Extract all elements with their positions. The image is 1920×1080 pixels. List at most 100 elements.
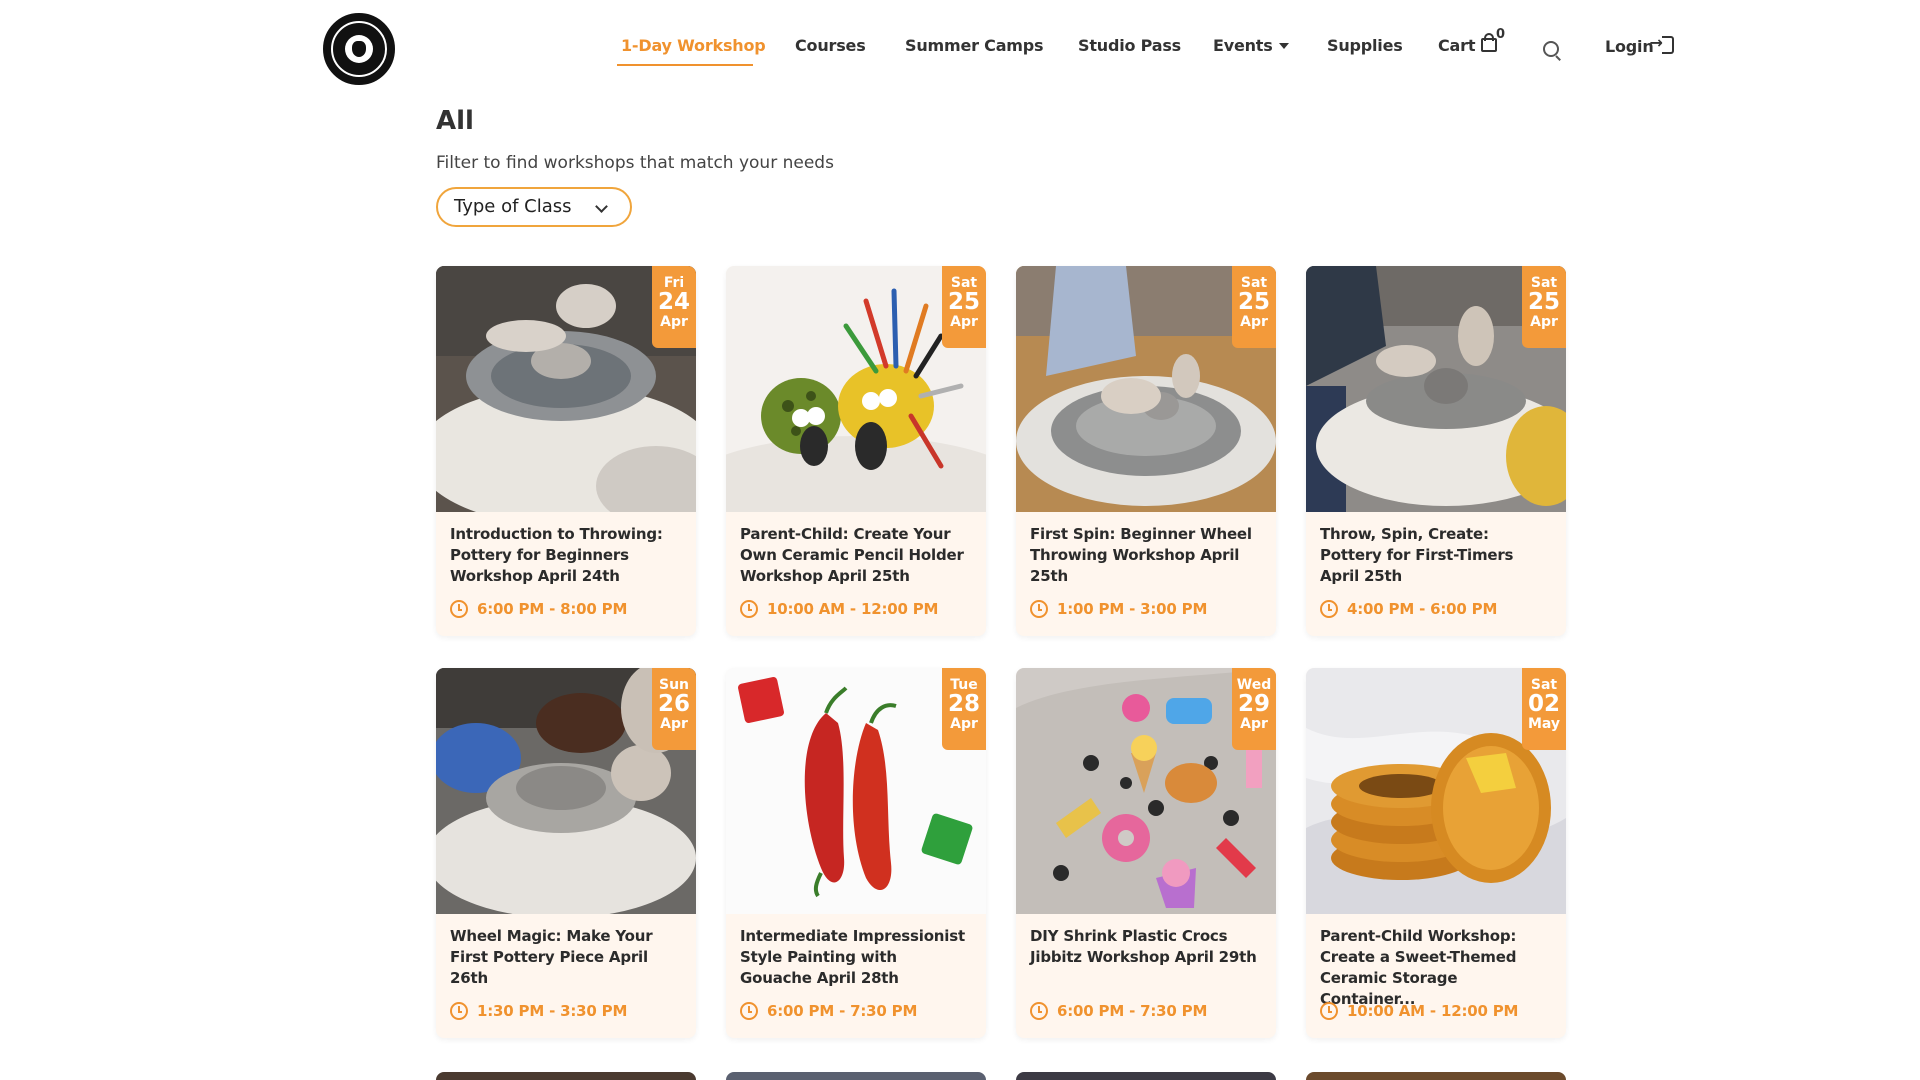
date-month: Apr — [660, 314, 688, 330]
workshop-card[interactable]: Fri 24 Apr Introduction to Throwing: Pot… — [436, 266, 696, 636]
type-of-class-select[interactable]: Type of Class — [436, 187, 632, 227]
nav-login[interactable]: Login — [1605, 33, 1674, 56]
nav-1-day-workshop[interactable]: 1-Day Workshop — [621, 36, 766, 55]
nav-studio-pass[interactable]: Studio Pass — [1078, 36, 1181, 55]
workshop-time: 1:00 PM - 3:00 PM — [1030, 600, 1207, 618]
date-day: 24 — [657, 289, 690, 315]
nav-cart-label: Cart — [1438, 36, 1476, 55]
date-badge: Sun 26 Apr — [652, 668, 696, 750]
workshop-card-partial[interactable] — [1016, 1072, 1276, 1080]
date-month: Apr — [950, 314, 978, 330]
date-month: Apr — [1240, 314, 1268, 330]
workshop-time-text: 4:00 PM - 6:00 PM — [1347, 600, 1498, 618]
nav-cart[interactable]: Cart — [1438, 33, 1498, 55]
workshop-card[interactable]: Tue 28 Apr Intermediate Impressionist St… — [726, 668, 986, 1038]
nav-events[interactable]: Events — [1213, 36, 1289, 55]
date-weekday: Tue — [950, 677, 978, 693]
nav-active-underline — [617, 64, 753, 66]
workshop-title[interactable]: Introduction to Throwing: Pottery for Be… — [450, 524, 682, 587]
date-weekday: Sat — [1530, 677, 1558, 693]
date-badge: Tue 28 Apr — [942, 668, 986, 750]
workshop-card[interactable]: Wed 29 Apr DIY Shrink Plastic Crocs Jibb… — [1016, 668, 1276, 1038]
workshop-time: 10:00 AM - 12:00 PM — [1320, 1002, 1518, 1020]
workshop-time: 6:00 PM - 8:00 PM — [450, 600, 627, 618]
nav-login-label: Login — [1605, 37, 1654, 56]
date-weekday: Sat — [1530, 275, 1558, 291]
date-month: Apr — [1240, 716, 1268, 732]
date-badge: Wed 29 Apr — [1232, 668, 1276, 750]
workshop-title[interactable]: DIY Shrink Plastic Crocs Jibbitz Worksho… — [1030, 926, 1262, 968]
workshop-card-partial[interactable] — [1306, 1072, 1566, 1080]
date-day: 25 — [947, 289, 980, 315]
date-month: May — [1527, 716, 1561, 732]
workshop-time-text: 6:00 PM - 7:30 PM — [1057, 1002, 1208, 1020]
date-month: Apr — [1530, 314, 1558, 330]
date-badge: Sat 25 Apr — [942, 266, 986, 348]
cart-icon — [1481, 33, 1498, 52]
clock-icon — [450, 1002, 468, 1020]
workshop-time: 6:00 PM - 7:30 PM — [1030, 1002, 1207, 1020]
date-weekday: Fri — [663, 275, 685, 291]
chevron-down-icon — [595, 200, 608, 213]
workshop-card[interactable]: Sat 25 Apr Parent-Child: Create Your Own… — [726, 266, 986, 636]
logo-vase-icon — [345, 35, 373, 63]
workshop-card[interactable]: Sun 26 Apr Wheel Magic: Make Your First … — [436, 668, 696, 1038]
workshop-title[interactable]: Throw, Spin, Create: Pottery for First-T… — [1320, 524, 1552, 587]
cart-count-badge: 0 — [1496, 27, 1506, 42]
workshop-time-text: 1:30 PM - 3:30 PM — [477, 1002, 628, 1020]
date-badge: Sat 25 Apr — [1232, 266, 1276, 348]
page-title: All — [436, 106, 474, 136]
login-icon — [1650, 33, 1674, 54]
workshop-time-text: 1:00 PM - 3:00 PM — [1057, 600, 1208, 618]
clock-icon — [1320, 1002, 1338, 1020]
date-day: 28 — [947, 691, 980, 717]
workshop-title[interactable]: Intermediate Impressionist Style Paintin… — [740, 926, 972, 989]
workshop-title[interactable]: Wheel Magic: Make Your First Pottery Pie… — [450, 926, 682, 989]
date-day: 25 — [1237, 289, 1270, 315]
clock-icon — [450, 600, 468, 618]
date-badge: Sat 25 Apr — [1522, 266, 1566, 348]
date-day: 25 — [1527, 289, 1560, 315]
clock-icon — [740, 1002, 758, 1020]
clock-icon — [740, 600, 758, 618]
date-weekday: Sat — [950, 275, 978, 291]
date-month: Apr — [950, 716, 978, 732]
filter-hint: Filter to find workshops that match your… — [436, 153, 834, 173]
workshop-card[interactable]: Sat 25 Apr First Spin: Beginner Wheel Th… — [1016, 266, 1276, 636]
date-weekday: Sun — [658, 677, 690, 693]
nav-supplies[interactable]: Supplies — [1327, 36, 1403, 55]
workshop-title[interactable]: Parent-Child: Create Your Own Ceramic Pe… — [740, 524, 972, 587]
workshop-time: 4:00 PM - 6:00 PM — [1320, 600, 1497, 618]
date-weekday: Sat — [1240, 275, 1268, 291]
workshop-time: 1:30 PM - 3:30 PM — [450, 1002, 627, 1020]
nav-summer-camps[interactable]: Summer Camps — [905, 36, 1044, 55]
clock-icon — [1030, 600, 1048, 618]
workshop-card[interactable]: Sat 02 May Parent-Child Workshop: Create… — [1306, 668, 1566, 1038]
caret-down-icon — [1278, 43, 1289, 49]
nav-courses[interactable]: Courses — [795, 36, 866, 55]
date-day: 26 — [657, 691, 690, 717]
site-logo[interactable] — [323, 13, 395, 85]
clock-icon — [1320, 600, 1338, 618]
date-month: Apr — [660, 716, 688, 732]
workshop-time-text: 10:00 AM - 12:00 PM — [1347, 1002, 1519, 1020]
type-of-class-select-value: Type of Class — [454, 196, 572, 217]
workshop-time-text: 10:00 AM - 12:00 PM — [767, 600, 939, 618]
workshop-card-partial[interactable] — [726, 1072, 986, 1080]
workshop-time-text: 6:00 PM - 8:00 PM — [477, 600, 628, 618]
date-weekday: Wed — [1236, 677, 1272, 693]
workshop-title[interactable]: Parent-Child Workshop: Create a Sweet-Th… — [1320, 926, 1552, 1010]
workshop-title[interactable]: First Spin: Beginner Wheel Throwing Work… — [1030, 524, 1262, 587]
nav-events-label: Events — [1213, 36, 1273, 55]
workshop-card-partial[interactable] — [436, 1072, 696, 1080]
workshop-time: 10:00 AM - 12:00 PM — [740, 600, 938, 618]
date-badge: Sat 02 May — [1522, 668, 1566, 750]
date-day: 02 — [1527, 691, 1560, 717]
workshop-time: 6:00 PM - 7:30 PM — [740, 1002, 917, 1020]
date-day: 29 — [1237, 691, 1270, 717]
clock-icon — [1030, 1002, 1048, 1020]
search-icon[interactable] — [1543, 41, 1559, 57]
date-badge: Fri 24 Apr — [652, 266, 696, 348]
workshop-time-text: 6:00 PM - 7:30 PM — [767, 1002, 918, 1020]
workshop-card[interactable]: Sat 25 Apr Throw, Spin, Create: Pottery … — [1306, 266, 1566, 636]
